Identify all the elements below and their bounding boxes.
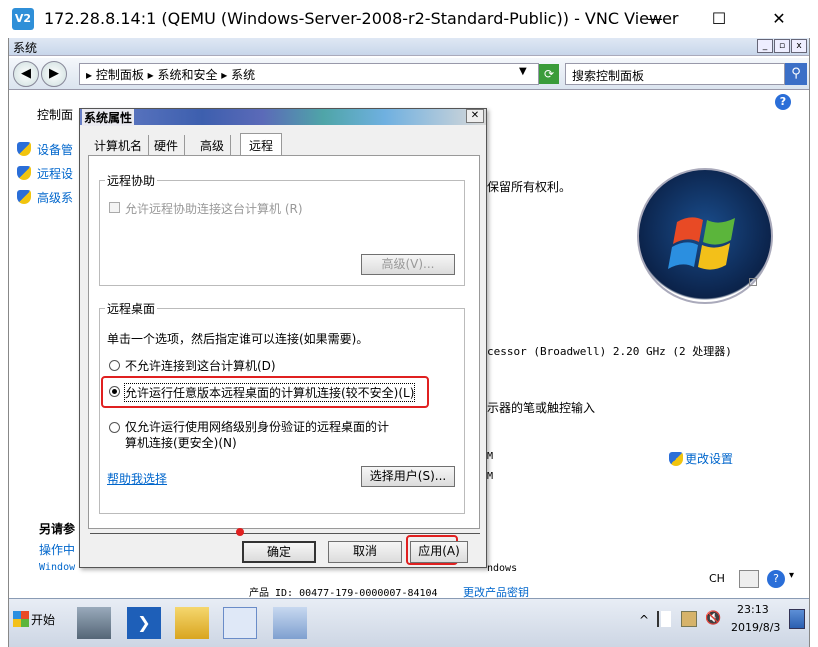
vnc-maximize-button[interactable]: ☐ xyxy=(696,4,742,34)
vnc-minimize-button[interactable]: — xyxy=(632,4,678,34)
remote-assist-checkbox-label: 允许远程协助连接这台计算机 (R) xyxy=(125,202,303,216)
resize-grip-icon xyxy=(749,278,757,286)
address-bar: ◀ ▶ ▸ 控制面板 ▸ 系统和安全 ▸ 系统 ▼ ⟳ 搜索控制面板 ⚲ xyxy=(9,58,809,90)
apply-button[interactable]: 应用(A) xyxy=(410,541,468,563)
tray-expand-icon[interactable]: ^ xyxy=(639,613,649,627)
change-settings-link[interactable]: 更改设置 xyxy=(685,450,733,467)
control-panel-taskbar-icon[interactable] xyxy=(223,607,257,639)
radio-allow-nla-only-label-line2: 算机连接(更安全)(N) xyxy=(125,436,237,450)
shield-icon xyxy=(17,190,31,204)
copyright-text: 保留所有权利。 xyxy=(487,180,572,194)
system-maximize-button[interactable]: ▫ xyxy=(774,39,790,53)
tab-hardware[interactable]: 硬件 xyxy=(148,135,186,155)
remote-assist-checkbox[interactable] xyxy=(109,202,120,213)
shield-icon xyxy=(669,452,683,466)
radio-deny-connections-label: 不允许连接到这台计算机(D) xyxy=(125,359,276,373)
vnc-close-button[interactable]: ✕ xyxy=(756,4,802,34)
pen-input-text: 示器的笔或触控输入 xyxy=(487,401,596,415)
dialog-title: 系统属性 xyxy=(82,109,135,126)
vnc-logo-icon: V2 xyxy=(12,8,34,30)
see-also-title: 另请参 xyxy=(39,522,76,536)
lang-menu-icon[interactable]: ▾ xyxy=(789,570,794,581)
explorer-icon[interactable] xyxy=(175,607,209,639)
forward-icon[interactable]: ▶ xyxy=(41,61,67,87)
cursor-marker-icon xyxy=(236,528,244,536)
network-icon[interactable] xyxy=(681,611,697,627)
vnc-title-bar: V2 172.28.8.14:1 (QEMU (Windows-Server-2… xyxy=(0,0,818,38)
keyboard-icon[interactable] xyxy=(739,570,759,588)
system-window-titlebar: 系统 _ ▫ x xyxy=(9,38,809,56)
help-me-choose-link[interactable]: 帮助我选择 xyxy=(107,470,167,487)
processor-text: cessor (Broadwell) 2.20 GHz (2 处理器) xyxy=(487,345,732,358)
tab-advanced[interactable]: 高级 xyxy=(194,135,232,155)
system-close-button[interactable]: x xyxy=(791,39,807,53)
advanced-settings-link[interactable]: 高级系 xyxy=(37,189,73,206)
ok-button[interactable]: 确定 xyxy=(242,541,316,563)
radio-allow-any-version-label: 允许运行任意版本远程桌面的计算机连接(较不安全)(L) xyxy=(123,383,416,402)
help-icon[interactable]: ? xyxy=(775,94,791,110)
dialog-close-button[interactable]: ✕ xyxy=(466,109,484,123)
radio-allow-any-version[interactable] xyxy=(109,386,120,397)
shield-icon xyxy=(17,142,31,156)
full-name-fragment: M xyxy=(487,471,494,482)
system-properties-taskbar-icon[interactable] xyxy=(273,607,307,639)
radio-deny-connections[interactable] xyxy=(109,360,120,371)
remote-assist-label: 远程协助 xyxy=(105,172,158,189)
volume-muted-icon[interactable]: 🔇 xyxy=(705,611,721,627)
tab-computer-name[interactable]: 计算机名 xyxy=(88,135,150,155)
action-center-link[interactable]: 操作中 xyxy=(39,541,75,558)
system-properties-dialog: 系统属性 ✕ 计算机名 硬件 高级 远程 远程协助 允许远程协助连接这台计算机 … xyxy=(79,108,487,568)
back-icon[interactable]: ◀ xyxy=(13,61,39,87)
language-indicator[interactable]: CH xyxy=(709,572,725,585)
action-center-flag-icon[interactable] xyxy=(657,611,671,627)
device-manager-link[interactable]: 设备管 xyxy=(37,141,73,158)
start-button[interactable]: 开始 xyxy=(31,611,55,628)
lang-help-icon[interactable]: ? xyxy=(767,570,785,588)
remote-settings-link[interactable]: 远程设 xyxy=(37,165,73,182)
vnc-window-title: 172.28.8.14:1 (QEMU (Windows-Server-2008… xyxy=(44,9,679,28)
computer-name-fragment: M xyxy=(487,451,494,462)
windows-start-icon[interactable] xyxy=(13,611,29,627)
tab-remote[interactable]: 远程 xyxy=(240,133,283,155)
radio-allow-nla-only[interactable] xyxy=(109,422,120,433)
powershell-icon[interactable]: ❯ xyxy=(127,607,161,639)
cancel-button[interactable]: 取消 xyxy=(328,541,402,563)
show-desktop-icon[interactable] xyxy=(789,609,805,629)
shield-icon xyxy=(17,166,31,180)
refresh-icon[interactable]: ⟳ xyxy=(539,64,559,84)
system-minimize-button[interactable]: _ xyxy=(757,39,773,53)
windows-activation-fragment: ndows xyxy=(487,563,518,574)
dialog-separator xyxy=(90,533,480,534)
taskbar: 开始 ❯ ^ 🔇 23:13 2019/8/3 xyxy=(9,598,809,647)
system-window-title: 系统 xyxy=(13,41,38,55)
radio-allow-nla-only-label: 仅允许运行使用网络级别身份验证的远程桌面的计 xyxy=(125,420,390,434)
remote-desktop-label: 远程桌面 xyxy=(105,300,158,317)
remote-assist-advanced-button[interactable]: 高级(V)... xyxy=(361,254,455,275)
remote-desktop: 系统 _ ▫ x ◀ ▶ ▸ 控制面板 ▸ 系统和安全 ▸ 系统 ▼ ⟳ 搜索控… xyxy=(8,38,810,647)
remote-tab-pane: 远程协助 允许远程协助连接这台计算机 (R) 高级(V)... 远程桌面 单击一… xyxy=(88,155,480,529)
product-id-text: 产品 ID: 00477-179-0000007-84104 xyxy=(249,588,438,599)
search-input[interactable]: 搜索控制面板 xyxy=(565,63,785,85)
breadcrumb[interactable]: ▸ 控制面板 ▸ 系统和安全 ▸ 系统 xyxy=(79,63,539,85)
windows-update-link[interactable]: Window xyxy=(39,562,75,573)
server-manager-icon[interactable] xyxy=(77,607,111,639)
search-icon[interactable]: ⚲ xyxy=(785,63,807,85)
select-users-button[interactable]: 选择用户(S)... xyxy=(361,466,455,487)
control-panel-home-link[interactable]: 控制面 xyxy=(37,106,73,123)
remote-desktop-instruction: 单击一个选项，然后指定谁可以连接(如果需要)。 xyxy=(107,332,369,346)
clock-date[interactable]: 2019/8/3 xyxy=(731,621,780,634)
breadcrumb-dropdown-icon[interactable]: ▼ xyxy=(519,66,527,77)
clock-time[interactable]: 23:13 xyxy=(737,603,769,616)
dialog-titlebar: 系统属性 ✕ xyxy=(80,109,486,126)
